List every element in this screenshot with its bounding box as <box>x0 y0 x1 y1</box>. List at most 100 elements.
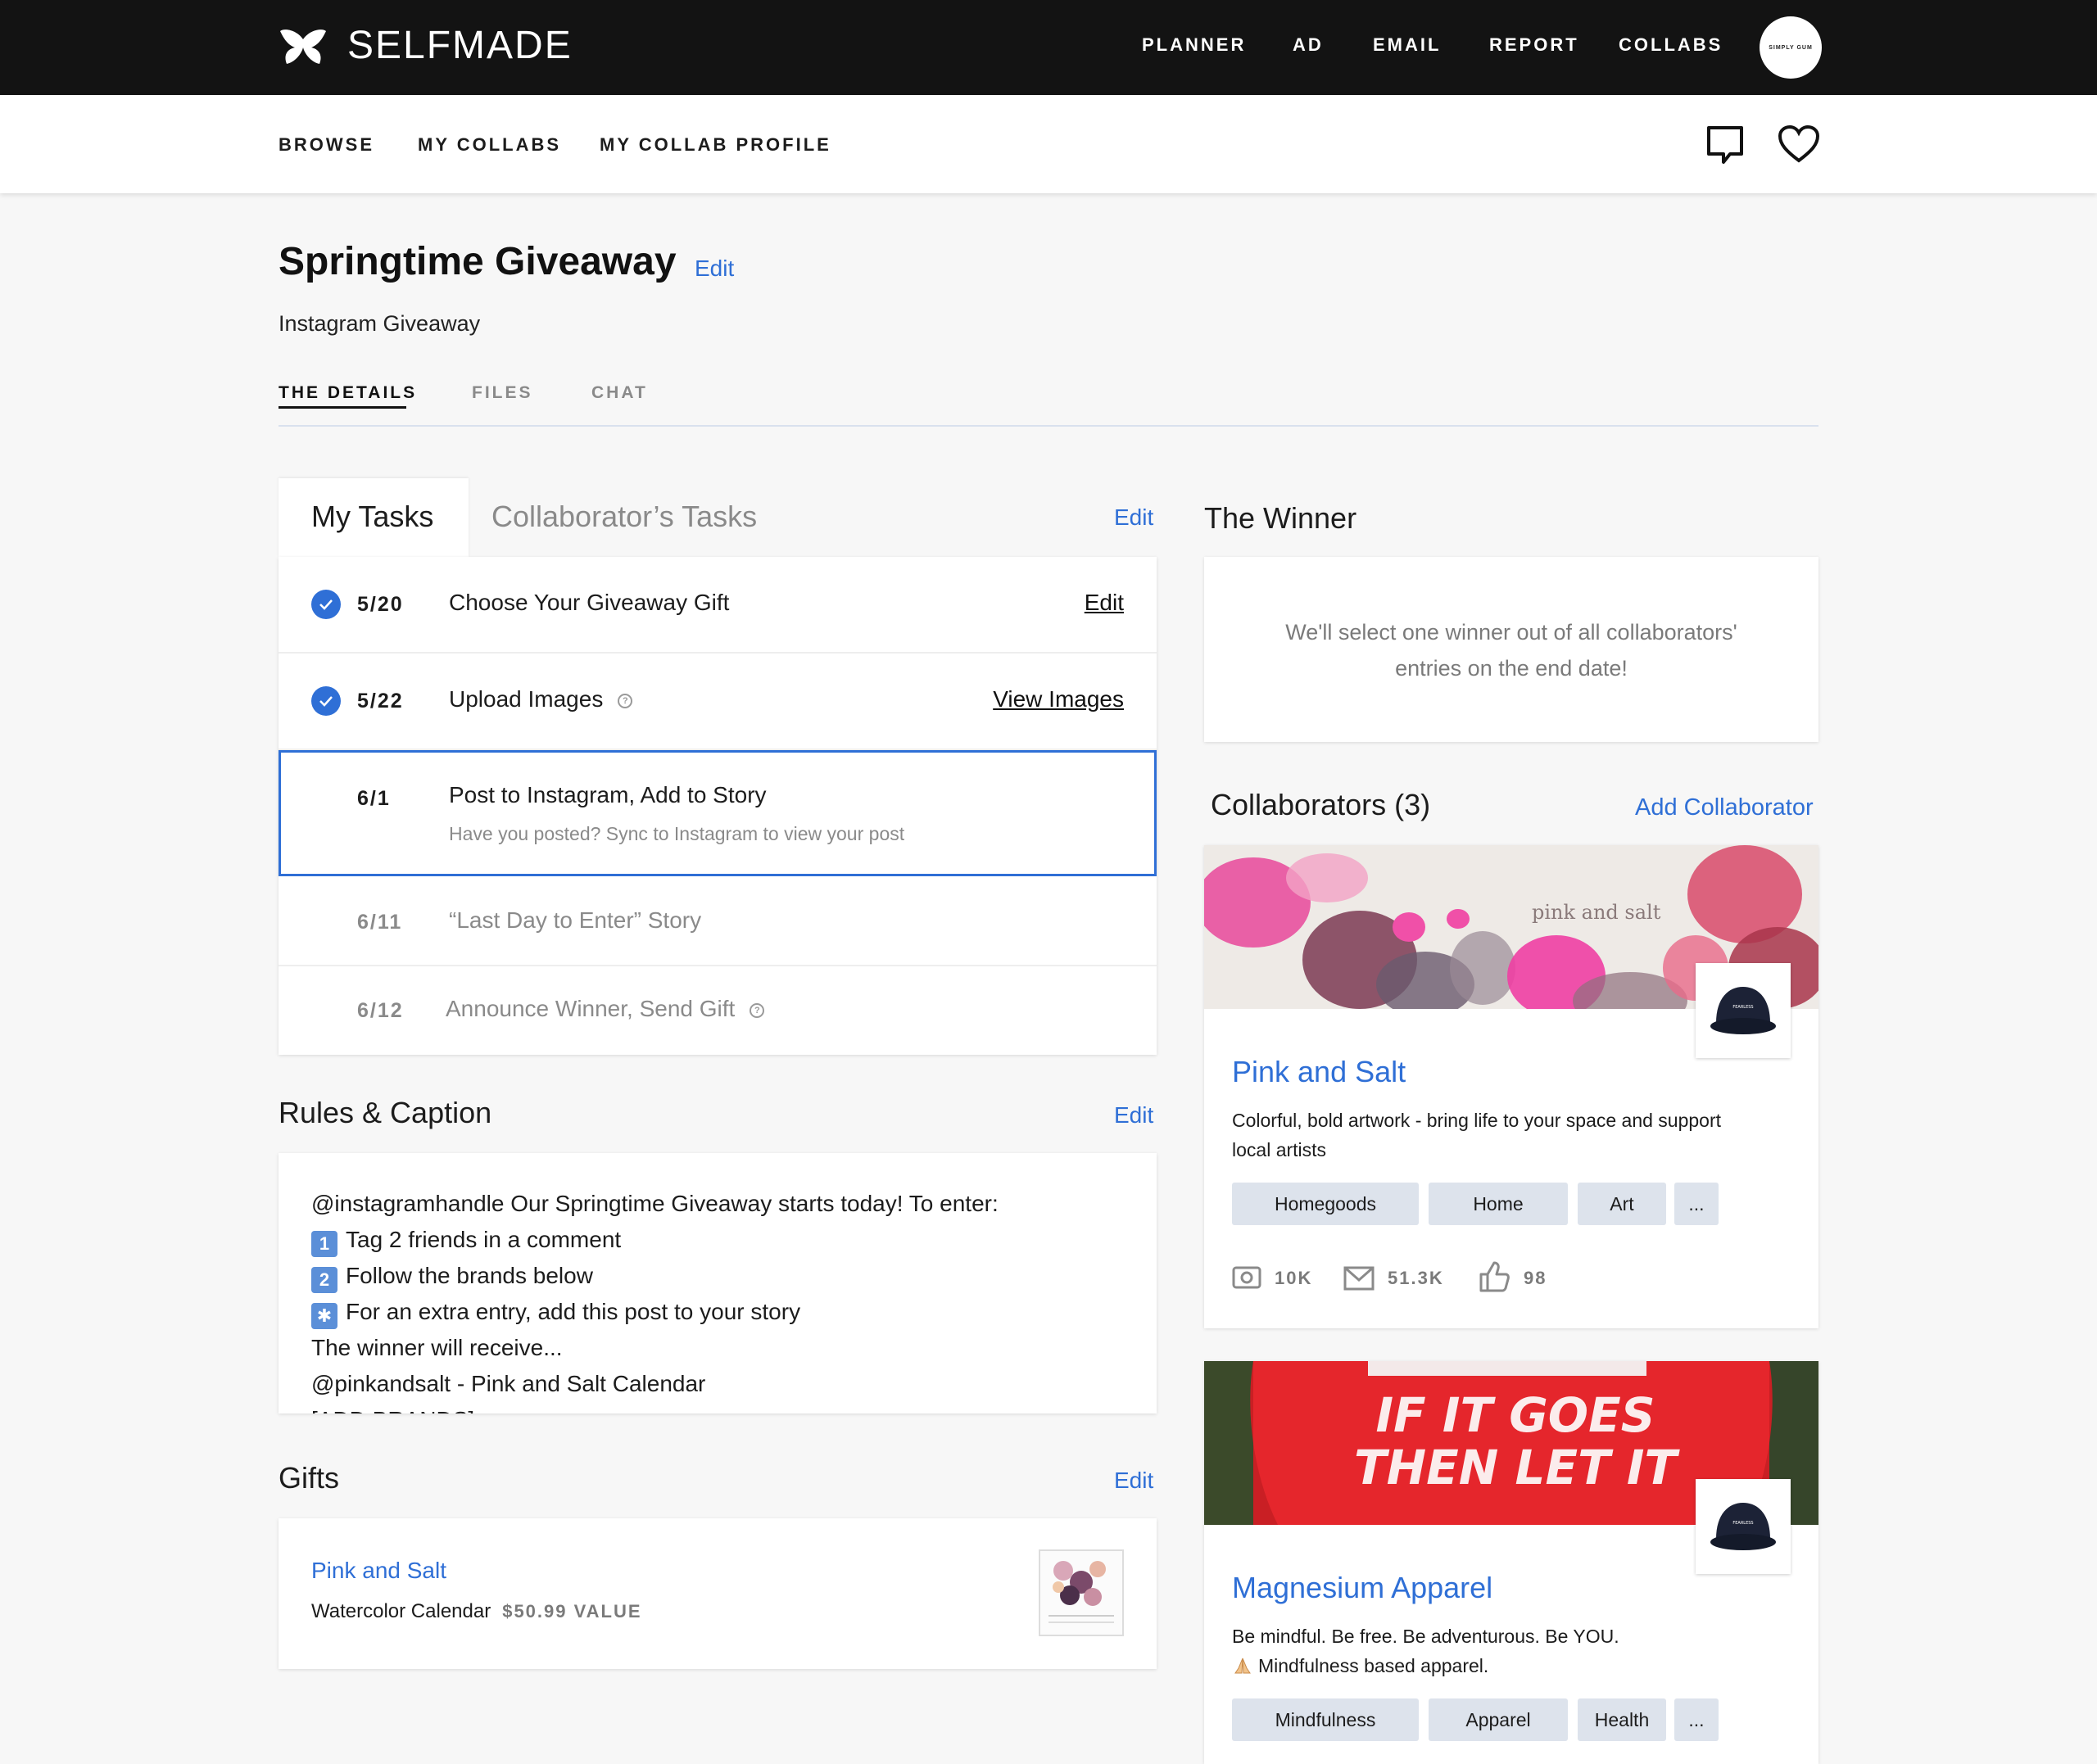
collaborator-product-thumbnail[interactable]: FEARLESS <box>1696 963 1791 1058</box>
task-row[interactable]: 6/11 “Last Day to Enter” Story <box>279 876 1157 966</box>
gifts-heading: Gifts <box>279 1461 340 1495</box>
collaborators-heading: Collaborators (3) <box>1211 788 1431 821</box>
keycap-1-icon: 1 <box>311 1231 337 1257</box>
tasks-edit-link[interactable]: Edit <box>1114 504 1153 531</box>
check-icon[interactable] <box>311 590 341 619</box>
winner-card: We'll select one winner out of all colla… <box>1204 557 1818 742</box>
collaborator-name-link[interactable]: Magnesium Apparel <box>1232 1571 1492 1605</box>
info-icon[interactable]: ? <box>618 693 633 708</box>
tab-collaborators-tasks[interactable]: Collaborator’s Tasks <box>491 500 757 534</box>
caption-line: The winner will receive... <box>311 1335 563 1360</box>
cap-product-image: FEARLESS <box>1710 987 1776 1034</box>
winner-message: We'll select one winner out of all colla… <box>1204 614 1818 686</box>
tag-chip[interactable]: Apparel <box>1429 1698 1568 1741</box>
brand-avatar[interactable]: SIMPLY GUM <box>1760 16 1822 79</box>
task-row[interactable]: 5/22 Upload Images? View Images <box>279 654 1157 750</box>
collaborator-name-link[interactable]: Pink and Salt <box>1232 1055 1406 1089</box>
caption-line: Follow the brands below <box>346 1263 593 1288</box>
top-bar: SELFMADE PLANNER AD EMAIL REPORT COLLABS… <box>0 0 2097 95</box>
caption-box[interactable]: @instagramhandle Our Springtime Giveaway… <box>279 1153 1157 1413</box>
banner-brand-text: pink and salt <box>1532 901 1661 924</box>
task-sync-hint[interactable]: Have you posted? Sync to Instagram to vi… <box>449 823 904 845</box>
brand-wordmark[interactable]: SELFMADE <box>347 23 573 68</box>
email-subscribers: 51.3K <box>1388 1268 1444 1288</box>
caption-line: @pinkandsalt - Pink and Salt Calendar <box>311 1371 706 1396</box>
collaborator-product-thumbnail[interactable]: FEARLESS <box>1696 1479 1791 1574</box>
task-name-wrapper: Announce Winner, Send Gift? <box>446 996 765 1022</box>
task-date: 6/11 <box>357 911 403 934</box>
nav-collabs[interactable]: COLLABS <box>1619 34 1723 56</box>
rules-caption-heading: Rules & Caption <box>279 1096 492 1129</box>
collaborator-card[interactable]: IF IT GOES THEN LET IT FEARLESS Magnesiu… <box>1204 1361 1818 1764</box>
tag-chip[interactable]: Mindfulness <box>1232 1698 1419 1741</box>
cap-product-image: FEARLESS <box>1710 1503 1776 1550</box>
caption-line: Tag 2 friends in a comment <box>346 1227 622 1252</box>
task-row-current[interactable]: 6/1 Post to Instagram, Add to Story Have… <box>279 750 1157 876</box>
collaborator-description: Colorful, bold artwork - bring life to y… <box>1232 1106 1805 1165</box>
task-row[interactable]: 6/12 Announce Winner, Send Gift? <box>279 966 1157 1055</box>
banner-shirt-text: IF IT GOES <box>1375 1387 1655 1443</box>
collaborator-card[interactable]: pink and salt FEARLESS Pink and Salt Col… <box>1204 845 1818 1328</box>
gift-item-name: Watercolor Calendar <box>311 1600 491 1622</box>
task-name: Upload Images <box>449 686 604 712</box>
task-edit-link[interactable]: Edit <box>1085 590 1124 616</box>
task-date: 5/22 <box>357 690 404 712</box>
keycap-asterisk-icon: ✱ <box>311 1303 337 1329</box>
gift-item-line: Watercolor Calendar $50.99 VALUE <box>311 1600 642 1623</box>
tag-chip[interactable]: Health <box>1578 1698 1666 1741</box>
heart-icon[interactable] <box>1778 124 1820 164</box>
likes-count: 98 <box>1524 1268 1547 1288</box>
subnav-my-collab-profile[interactable]: MY COLLAB PROFILE <box>600 134 831 156</box>
task-name: “Last Day to Enter” Story <box>449 907 702 933</box>
tag-chip[interactable]: Art <box>1578 1183 1666 1225</box>
instagram-icon <box>1232 1266 1261 1289</box>
cap-text: FEARLESS <box>1732 1005 1753 1010</box>
tab-chat[interactable]: CHAT <box>591 383 648 403</box>
subnav-my-collabs[interactable]: MY COLLABS <box>418 134 561 156</box>
task-name: Choose Your Giveaway Gift <box>449 590 730 615</box>
task-name-wrapper: Upload Images? <box>449 686 633 712</box>
calendar-product-thumbnail[interactable] <box>1039 1549 1124 1636</box>
caption-line-wrapper: 1 Tag 2 friends in a comment <box>311 1227 621 1257</box>
view-images-link[interactable]: View Images <box>993 686 1124 712</box>
caption-line: For an extra entry, add this post to you… <box>346 1299 801 1324</box>
info-icon[interactable]: ? <box>750 1002 765 1018</box>
tag-chip[interactable]: Homegoods <box>1232 1183 1419 1225</box>
keycap-2-icon: 2 <box>311 1267 337 1293</box>
nav-email[interactable]: EMAIL <box>1373 34 1441 56</box>
cap-text: FEARLESS <box>1732 1521 1753 1526</box>
nav-planner[interactable]: PLANNER <box>1142 34 1246 56</box>
task-row[interactable]: 5/20 Choose Your Giveaway Gift Edit <box>279 557 1157 654</box>
caption-line-wrapper: ✱ For an extra entry, add this post to yo… <box>311 1299 800 1329</box>
tab-my-tasks-label: My Tasks <box>311 500 434 533</box>
add-collaborator-link[interactable]: Add Collaborator <box>1635 794 1814 821</box>
nav-ad[interactable]: AD <box>1293 34 1324 56</box>
title-edit-link[interactable]: Edit <box>695 256 734 282</box>
task-date: 6/12 <box>357 999 404 1022</box>
rules-edit-link[interactable]: Edit <box>1114 1102 1153 1129</box>
tab-files[interactable]: FILES <box>472 383 533 403</box>
gift-brand-link[interactable]: Pink and Salt <box>311 1558 446 1584</box>
winner-text-line: entries on the end date! <box>1395 656 1628 681</box>
collaborator-desc-text: Mindfulness based apparel. <box>1258 1655 1489 1676</box>
task-date: 5/20 <box>357 593 404 616</box>
more-tags-button[interactable]: ... <box>1674 1183 1719 1225</box>
tag-chip[interactable]: Home <box>1429 1183 1568 1225</box>
subnav-browse[interactable]: BROWSE <box>279 134 374 156</box>
active-tab-underline <box>279 406 406 409</box>
praying-hands-icon <box>1232 1653 1253 1674</box>
instagram-followers: 10K <box>1275 1268 1313 1288</box>
page-subtitle: Instagram Giveaway <box>279 311 481 336</box>
more-tags-button[interactable]: ... <box>1674 1698 1719 1741</box>
collaborator-desc-line: Be mindful. Be free. Be adventurous. Be … <box>1232 1626 1619 1647</box>
butterfly-logo-icon[interactable] <box>279 28 328 66</box>
caption-line: @instagramhandle Our Springtime Giveaway… <box>311 1191 999 1216</box>
chat-icon[interactable] <box>1705 124 1745 167</box>
check-icon[interactable] <box>311 686 341 716</box>
caption-line: [ADD BRANDS] <box>311 1407 474 1413</box>
nav-report[interactable]: REPORT <box>1489 34 1579 56</box>
gift-card: Pink and Salt Watercolor Calendar $50.99 … <box>279 1518 1157 1669</box>
gifts-edit-link[interactable]: Edit <box>1114 1468 1153 1494</box>
tab-the-details[interactable]: THE DETAILS <box>279 383 417 403</box>
tab-my-tasks[interactable]: My Tasks <box>279 478 469 557</box>
